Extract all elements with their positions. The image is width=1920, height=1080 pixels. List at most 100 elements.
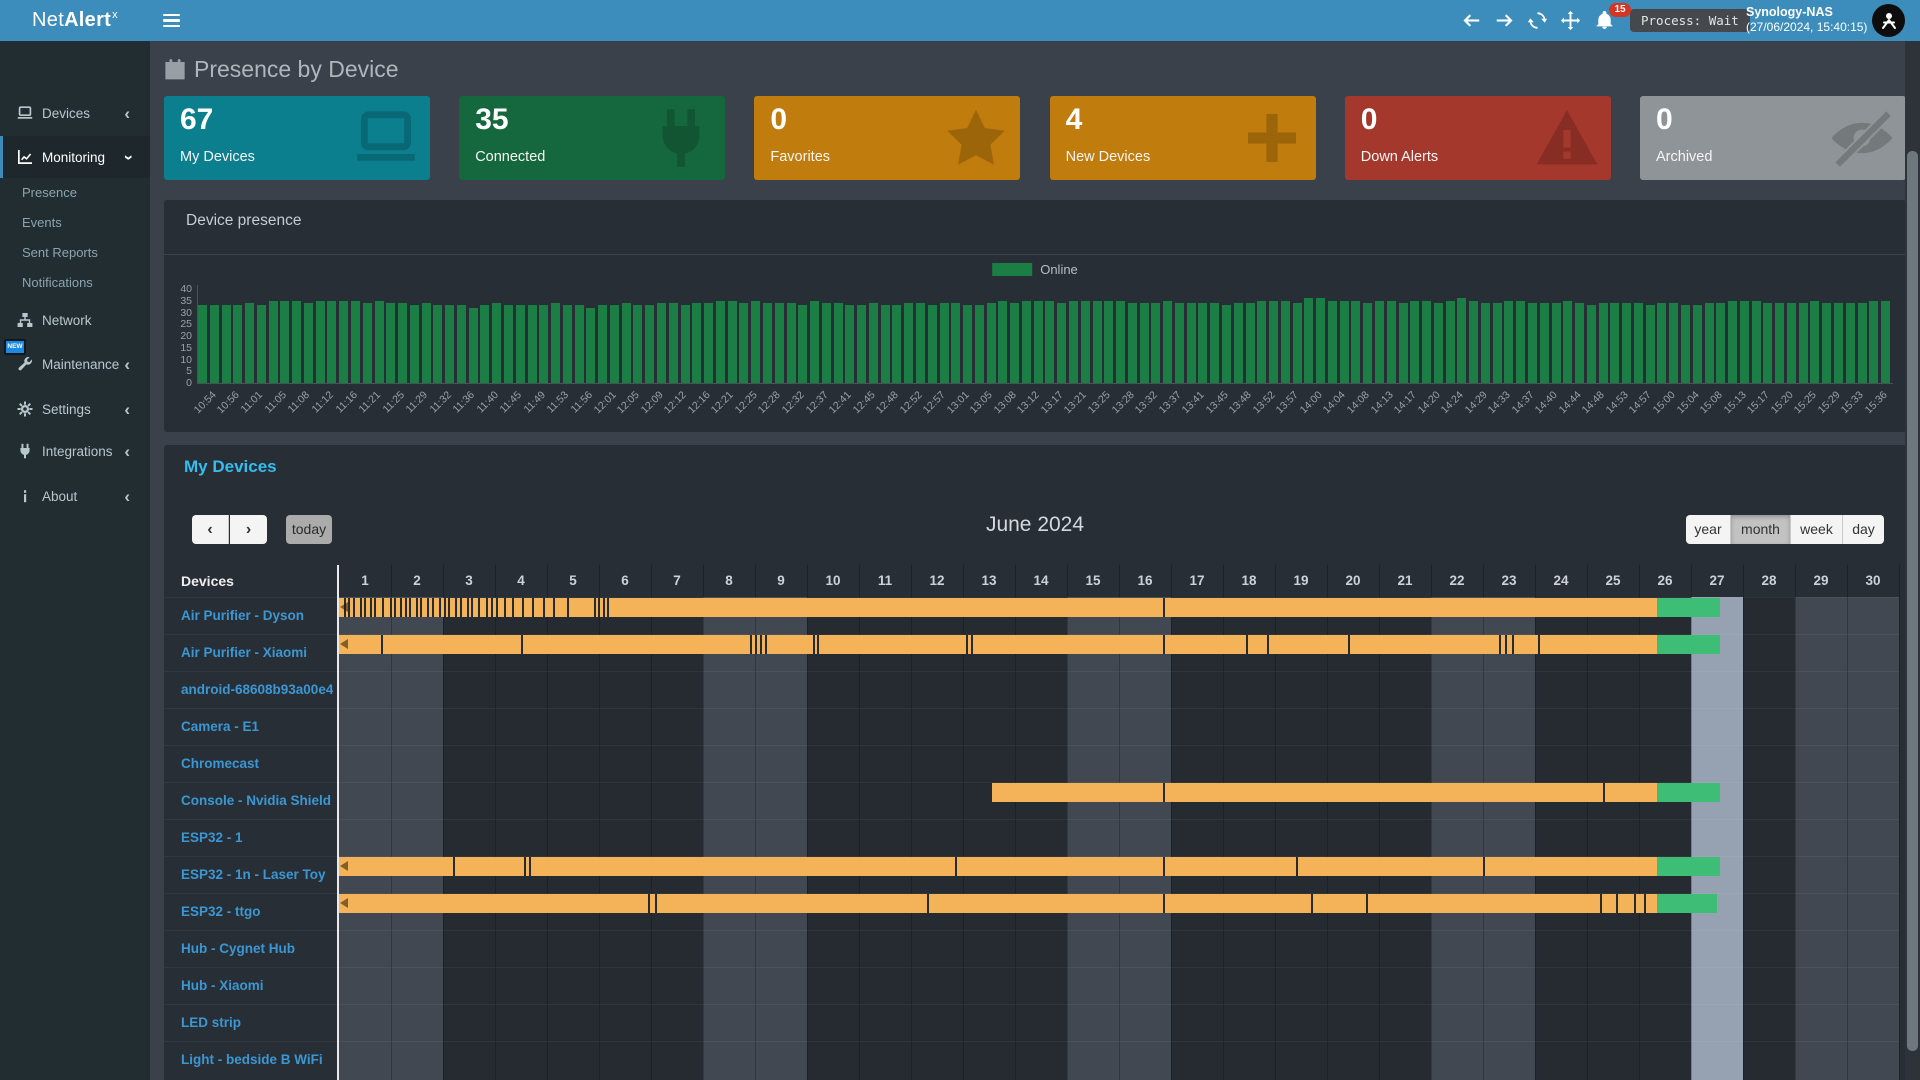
chart-bar: [1175, 303, 1184, 383]
device-name-link[interactable]: Chromecast: [181, 745, 333, 782]
device-name-link[interactable]: Air Purifier - Dyson: [181, 597, 333, 634]
sidebar-subitem-events[interactable]: Events: [0, 208, 150, 238]
presence-gap-tick: [370, 598, 372, 617]
device-name-link[interactable]: android-68608b93a00e4: [181, 671, 333, 708]
chart-bar: [1234, 303, 1243, 383]
sidebar-item-monitoring[interactable]: Monitoring‹: [0, 136, 150, 178]
host-timestamp: (27/06/2024, 15:40:15): [1746, 20, 1867, 35]
info-icon: [17, 488, 33, 504]
presence-bar-current[interactable]: [1657, 857, 1719, 876]
sidebar-subitem-sent-reports[interactable]: Sent Reports: [0, 238, 150, 268]
presence-bar[interactable]: [992, 783, 1658, 802]
forward-arrow-icon[interactable]: [1495, 11, 1514, 30]
presence-bar-current[interactable]: [1657, 894, 1717, 913]
row-divider: [164, 967, 1899, 968]
chart-bar: [528, 305, 537, 383]
device-name-link[interactable]: Light - bedside B WiFi: [181, 1041, 333, 1078]
day-header-22: 22: [1431, 565, 1483, 597]
presence-bar-current[interactable]: [1657, 783, 1719, 802]
x-axis-tick-label: 12:01: [591, 389, 618, 416]
sidebar-subitem-presence[interactable]: Presence: [0, 178, 150, 208]
chart-bar: [787, 303, 796, 383]
summary-card-archived[interactable]: 0Archived: [1640, 96, 1906, 180]
logo-prefix: Net: [32, 9, 64, 32]
view-button-week[interactable]: week: [1790, 515, 1842, 544]
day-header-24: 24: [1535, 565, 1587, 597]
view-button-month[interactable]: month: [1730, 515, 1790, 544]
back-arrow-icon[interactable]: [1462, 11, 1481, 30]
move-icon[interactable]: [1561, 11, 1580, 30]
chart-bar: [963, 305, 972, 383]
x-axis-tick-label: 14:04: [1321, 389, 1348, 416]
x-axis-tick-label: 12:16: [686, 389, 713, 416]
notification-count-badge[interactable]: 15: [1609, 3, 1631, 17]
presence-bar[interactable]: [339, 598, 1657, 617]
device-name-link[interactable]: ESP32 - 1: [181, 819, 333, 856]
hamburger-menu-icon[interactable]: [160, 12, 184, 30]
refresh-icon[interactable]: [1528, 11, 1547, 30]
x-axis-tick-label: 13:37: [1156, 389, 1183, 416]
page-scrollbar-thumb[interactable]: [1907, 151, 1918, 1051]
device-name-link[interactable]: Console - Nvidia Shield T: [181, 782, 333, 819]
x-axis-tick-label: 15:20: [1768, 389, 1795, 416]
device-name-link[interactable]: ESP32 - 1n - Laser Toy: [181, 856, 333, 893]
chart-bar: [1493, 303, 1502, 383]
chart-bar: [975, 305, 984, 383]
summary-card-connected[interactable]: 35Connected: [459, 96, 725, 180]
calendar-next-button[interactable]: ›: [230, 515, 267, 544]
column-resizer-divider[interactable]: [337, 565, 339, 1080]
section-heading: My Devices: [184, 457, 277, 477]
calendar-today-button[interactable]: today: [286, 515, 332, 544]
presence-gap-tick: [521, 635, 523, 654]
chart-bar: [1257, 301, 1266, 383]
calendar-prev-button[interactable]: ‹: [192, 515, 229, 544]
chart-bar: [998, 301, 1007, 383]
summary-card-down-alerts[interactable]: 0Down Alerts: [1345, 96, 1611, 180]
row-divider: [164, 1004, 1899, 1005]
summary-card-new-devices[interactable]: 4New Devices: [1050, 96, 1316, 180]
device-name-link[interactable]: Hub - Xiaomi: [181, 967, 333, 1004]
x-axis-tick-label: 13:32: [1133, 389, 1160, 416]
device-name-link[interactable]: Camera - E1: [181, 708, 333, 745]
chart-bar: [1198, 303, 1207, 383]
presence-bar-current[interactable]: [1657, 598, 1719, 617]
card-value: 0: [1361, 103, 1378, 137]
user-avatar[interactable]: [1872, 4, 1905, 37]
sidebar-item-settings[interactable]: Settings‹: [0, 390, 150, 428]
x-axis-tick-label: 12:25: [733, 389, 760, 416]
sidebar-item-about[interactable]: About‹: [0, 477, 150, 515]
chart-bar: [940, 303, 949, 383]
sidebar-item-network[interactable]: Network: [0, 301, 150, 339]
presence-gap-tick: [382, 598, 384, 617]
chart-bar: [1363, 303, 1372, 383]
presence-bar-current[interactable]: [1657, 635, 1719, 654]
presence-bar[interactable]: [339, 857, 1657, 876]
view-button-year[interactable]: year: [1686, 515, 1730, 544]
presence-gap-tick: [1296, 857, 1298, 876]
y-axis-tick-label: 20: [166, 330, 192, 342]
chart-bar: [1705, 303, 1714, 383]
sidebar-subitem-notifications[interactable]: Notifications: [0, 268, 150, 298]
sidebar-item-devices[interactable]: Devices‹: [0, 94, 150, 132]
x-axis-tick-label: 11:25: [380, 389, 407, 416]
sidebar-item-integrations[interactable]: Integrations‹: [0, 432, 150, 470]
summary-card-my-devices[interactable]: 67My Devices: [164, 96, 430, 180]
device-name-link[interactable]: ESP32 - ttgo: [181, 893, 333, 930]
device-name-link[interactable]: Air Purifier - Xiaomi: [181, 634, 333, 671]
x-axis-tick-label: 15:04: [1674, 389, 1701, 416]
day-header-6: 6: [599, 565, 651, 597]
view-button-day[interactable]: day: [1842, 515, 1884, 544]
presence-bar[interactable]: [339, 894, 1657, 913]
presence-gap-tick: [1600, 894, 1602, 913]
chart-bar: [422, 303, 431, 383]
chart-bar: [1269, 301, 1278, 383]
device-presence-box: Device presence Online 05101520253035401…: [164, 200, 1906, 432]
device-name-link[interactable]: LED strip: [181, 1004, 333, 1041]
summary-card-favorites[interactable]: 0Favorites: [754, 96, 1020, 180]
presence-gap-tick: [1499, 635, 1501, 654]
presence-bar[interactable]: [339, 635, 1657, 654]
x-axis-tick-label: 15:25: [1792, 389, 1819, 416]
presence-gap-tick: [1163, 783, 1165, 802]
device-name-link[interactable]: Hub - Cygnet Hub: [181, 930, 333, 967]
app-logo[interactable]: NetAlertx: [0, 0, 150, 41]
